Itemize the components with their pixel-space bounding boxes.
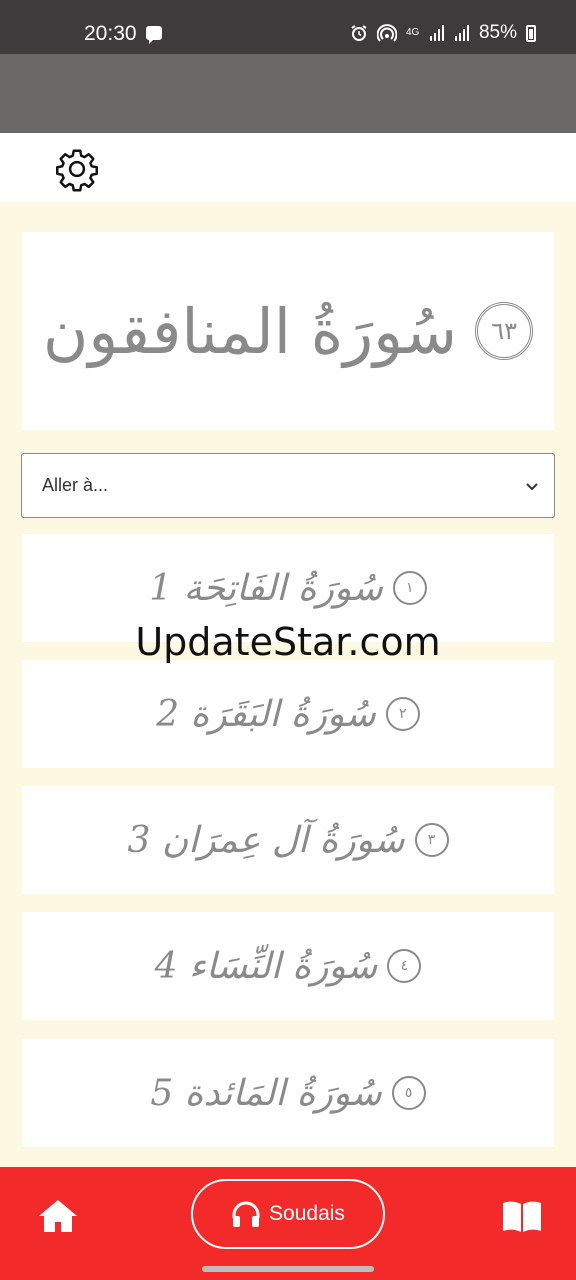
signal-icon <box>429 25 444 41</box>
message-icon <box>146 26 162 44</box>
headphones-icon <box>232 1201 260 1227</box>
surah-item-medallion: ١ <box>392 571 427 605</box>
chevron-down-icon <box>526 483 538 491</box>
surah-item-name: سُورَةُ النِّسَاء 4 <box>154 945 378 987</box>
surah-item-label: ٤ سُورَةُ النِّسَاء 4 <box>155 946 422 987</box>
home-icon <box>39 1200 77 1232</box>
network-label: 4G <box>405 27 420 38</box>
alarm-icon <box>351 25 367 41</box>
surah-title-card: ٦٣ سُورَةُ المنافقون <box>22 232 554 430</box>
signal-icon-2 <box>454 25 469 41</box>
surah-number-medallion: ٦٣ <box>475 302 534 360</box>
system-home-indicator[interactable] <box>202 1266 374 1272</box>
status-icons: 4G 85% <box>350 22 536 44</box>
battery-icon <box>526 24 536 42</box>
surah-item-label: ٥ سُورَةُ المَائدة 5 <box>150 1072 426 1114</box>
surah-list-item[interactable]: ٣ سُورَةُ آل عِمرَان 3 <box>22 786 554 894</box>
surah-item-medallion: ٣ <box>414 823 449 857</box>
book-button[interactable] <box>498 1195 546 1237</box>
surah-list-item[interactable]: ٤ سُورَةُ النِّسَاء 4 <box>22 912 554 1020</box>
book-icon <box>503 1201 541 1232</box>
app-header <box>0 54 576 133</box>
surah-item-medallion: ٥ <box>391 1076 426 1110</box>
surah-item-name: سُورَةُ البَقَرَة 2 <box>156 693 376 735</box>
status-bar: 20:30 4G 85% <box>0 0 576 54</box>
surah-list-item[interactable]: ١ سُورَةُ الفَاتِحَة 1 <box>22 534 554 642</box>
audio-button-label: Soudais <box>269 1202 345 1225</box>
goto-select-label: Aller à... <box>42 475 109 495</box>
surah-item-label: ٣ سُورَةُ آل عِمرَان 3 <box>128 820 449 861</box>
gear-icon <box>56 149 98 192</box>
settings-button[interactable] <box>52 144 102 194</box>
audio-button[interactable]: Soudais <box>191 1179 385 1249</box>
surah-list-item[interactable]: ٥ سُورَةُ المَائدة 5 <box>22 1039 554 1147</box>
hotspot-icon <box>376 24 397 42</box>
goto-select[interactable]: Aller à... <box>21 453 555 518</box>
surah-item-name: سُورَةُ الفَاتِحَة 1 <box>149 567 383 609</box>
status-time: 20:30 <box>84 22 137 45</box>
surah-item-label: ٢ سُورَةُ البَقَرَة 2 <box>156 694 420 735</box>
surah-title-text: سُورَةُ المنافقون <box>42 294 458 368</box>
surah-item-name: سُورَةُ آل عِمرَان 3 <box>127 819 405 861</box>
surah-item-medallion: ٤ <box>387 949 422 983</box>
surah-item-medallion: ٢ <box>385 697 420 731</box>
surah-item-label: ١ سُورَةُ الفَاتِحَة 1 <box>149 568 427 609</box>
surah-item-name: سُورَةُ المَائدة 5 <box>150 1072 382 1114</box>
home-button[interactable] <box>34 1195 82 1237</box>
battery-percent: 85% <box>478 22 517 43</box>
surah-title: ٦٣ سُورَةُ المنافقون <box>42 294 534 368</box>
surah-list-item[interactable]: ٢ سُورَةُ البَقَرَة 2 <box>22 660 554 768</box>
